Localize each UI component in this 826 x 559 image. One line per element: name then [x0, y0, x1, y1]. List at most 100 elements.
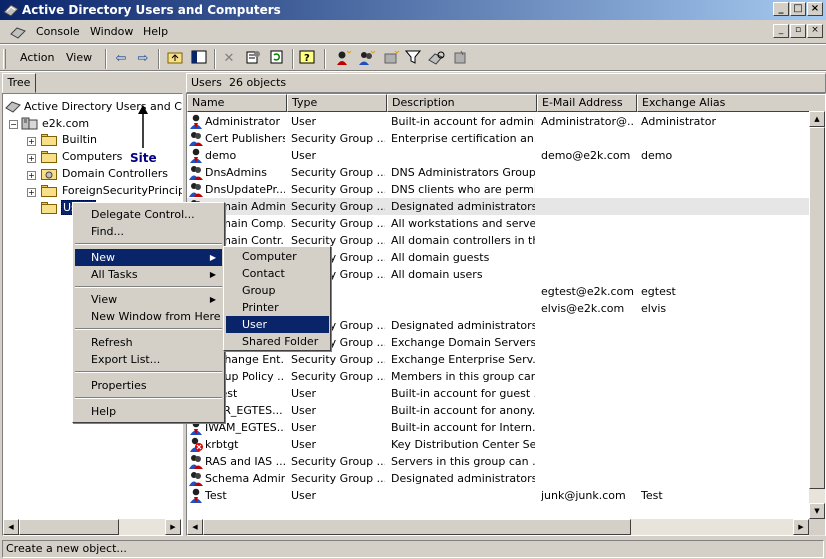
up-folder-icon[interactable]: [166, 50, 184, 68]
table-row[interactable]: GuestUserBuilt-in account for guest ...: [187, 385, 809, 402]
new-group-icon[interactable]: [358, 50, 376, 68]
forward-icon[interactable]: ⇨: [134, 50, 152, 68]
back-icon[interactable]: ⇦: [112, 50, 130, 68]
scroll-right-icon[interactable]: ▶: [793, 519, 809, 535]
table-row[interactable]: Test User junk@junk.com Test: [187, 487, 809, 504]
scroll-up-icon[interactable]: ▲: [809, 111, 825, 127]
delete-icon[interactable]: ✕: [220, 50, 238, 68]
table-row[interactable]: Administrator User Built-in account for ad…: [187, 113, 809, 130]
cell-desc: [391, 487, 535, 504]
table-row[interactable]: krbtgt User Key Distribution Center Se...: [187, 436, 809, 453]
cell-desc: Designated administrators...: [391, 200, 535, 213]
show-hide-tree-icon[interactable]: [190, 50, 208, 68]
table-row[interactable]: demo User demo@e2k.com demo: [187, 147, 809, 164]
table-row[interactable]: IWAM_EGTES... User Built-in account for In…: [187, 419, 809, 436]
tree-horizontal-scrollbar[interactable]: ◀ ▶: [3, 519, 181, 535]
action-menu[interactable]: Action: [20, 50, 54, 66]
new-user-icon[interactable]: [334, 50, 352, 68]
cell-alias: Administrator: [641, 115, 716, 128]
builtin-expand-icon[interactable]: +: [27, 137, 36, 146]
menu-item-label: Help: [91, 405, 117, 418]
toolbar-separator: [0, 70, 826, 72]
table-row[interactable]: IUSR_EGTES... User Built-in account for an…: [187, 402, 809, 419]
help-icon[interactable]: ?: [298, 50, 316, 68]
find-icon[interactable]: [428, 50, 446, 68]
scroll-left-icon[interactable]: ◀: [187, 519, 203, 535]
menu-item-new-window[interactable]: New Window from Here: [75, 308, 222, 325]
close-button[interactable]: ×: [807, 2, 823, 16]
menu-help[interactable]: Help: [143, 24, 168, 40]
submenu-item-printer[interactable]: Printer: [226, 299, 329, 316]
svg-text:?: ?: [304, 53, 310, 64]
menu-window[interactable]: Window: [90, 24, 133, 40]
domain-collapse-icon[interactable]: −: [9, 120, 18, 129]
scroll-thumb[interactable]: [19, 519, 119, 535]
domain-controllers-expand-icon[interactable]: +: [27, 171, 36, 180]
add-to-group-icon[interactable]: [382, 50, 400, 68]
scroll-down-icon[interactable]: ▼: [809, 503, 825, 519]
menu-item-export-list[interactable]: Export List...: [75, 351, 222, 368]
table-row[interactable]: Exchange Ent... Security Group ... Exchang…: [187, 351, 809, 368]
menu-item-help[interactable]: Help: [75, 403, 222, 420]
title-bar[interactable]: Active Directory Users and Computers _ □…: [0, 0, 826, 20]
cell-desc: Enterprise certification an...: [391, 132, 535, 145]
scroll-right-icon[interactable]: ▶: [165, 519, 181, 535]
column-header-email[interactable]: E-Mail Address: [537, 94, 637, 112]
refresh-icon[interactable]: [268, 50, 286, 68]
cell-name: Cert Publishers: [205, 132, 285, 145]
mdi-close-button[interactable]: ×: [807, 24, 823, 38]
folder-icon: [41, 151, 57, 163]
menu-console[interactable]: Console: [36, 24, 80, 40]
mdi-minimize-button[interactable]: _: [773, 24, 789, 38]
table-row[interactable]: DnsAdmins Security Group ... DNS Administr…: [187, 164, 809, 181]
tab-tree[interactable]: Tree: [2, 73, 36, 93]
cell-alias: egtest: [641, 285, 676, 298]
scroll-corner: [809, 519, 825, 535]
scroll-thumb[interactable]: [809, 127, 825, 489]
list-horizontal-scrollbar[interactable]: ◀ ▶: [187, 519, 809, 535]
list-vertical-scrollbar[interactable]: ▲ ▼: [809, 111, 825, 536]
column-header-name[interactable]: Name: [187, 94, 287, 112]
scroll-left-icon[interactable]: ◀: [3, 519, 19, 535]
table-row[interactable]: Schema Admins Security Group ... Designate…: [187, 470, 809, 487]
table-row[interactable]: RAS and IAS ... Security Group ... Servers…: [187, 453, 809, 470]
cell-email: [541, 249, 635, 266]
cell-desc: Built-in account for guest ...: [391, 387, 535, 400]
computers-expand-icon[interactable]: +: [27, 154, 36, 163]
column-header-type[interactable]: Type: [287, 94, 387, 112]
query-icon[interactable]: [452, 50, 470, 68]
properties-icon[interactable]: [244, 50, 262, 68]
toolbar-divider: [105, 49, 107, 69]
menu-item-label: Find...: [91, 225, 125, 238]
view-menu[interactable]: View: [66, 50, 92, 66]
minimize-button[interactable]: _: [773, 2, 789, 16]
menu-item-find[interactable]: Find...: [75, 223, 222, 240]
submenu-item-shared-folder[interactable]: Shared Folder: [226, 333, 329, 350]
submenu-item-computer[interactable]: Computer: [226, 248, 329, 265]
maximize-button[interactable]: □: [790, 2, 806, 16]
table-row[interactable]: Domain Admins Security Group ... Designate…: [187, 198, 809, 215]
scroll-thumb[interactable]: [203, 519, 631, 535]
table-row[interactable]: Cert Publishers Security Group ... Enterpr…: [187, 130, 809, 147]
table-row[interactable]: DnsUpdatePr... Security Group ... DNS clie…: [187, 181, 809, 198]
table-row[interactable]: Group Policy ... Security Group ... Member…: [187, 368, 809, 385]
filter-icon[interactable]: [404, 50, 422, 68]
menu-item-properties[interactable]: Properties: [75, 377, 222, 394]
foreign-security-expand-icon[interactable]: +: [27, 188, 36, 197]
submenu-item-group[interactable]: Group: [226, 282, 329, 299]
column-header-description[interactable]: Description: [387, 94, 537, 112]
menu-item-all-tasks[interactable]: All Tasks ▶: [75, 266, 222, 283]
menu-item-refresh[interactable]: Refresh: [75, 334, 222, 351]
menu-item-view[interactable]: View ▶: [75, 291, 222, 308]
menu-separator: [75, 243, 222, 245]
mdi-restore-button[interactable]: ▫: [790, 24, 806, 38]
menu-item-new[interactable]: New ▶: [75, 249, 222, 266]
submenu-item-contact[interactable]: Contact: [226, 265, 329, 282]
cell-alias: [641, 385, 801, 402]
menu-item-delegate-control[interactable]: Delegate Control...: [75, 206, 222, 223]
group-icon: [189, 455, 203, 469]
column-header-alias[interactable]: Exchange Alias: [637, 94, 825, 112]
submenu-arrow-icon: ▶: [209, 253, 216, 262]
submenu-item-user[interactable]: User: [226, 316, 329, 333]
table-row[interactable]: Domain Comp... Security Group ... All work…: [187, 215, 809, 232]
